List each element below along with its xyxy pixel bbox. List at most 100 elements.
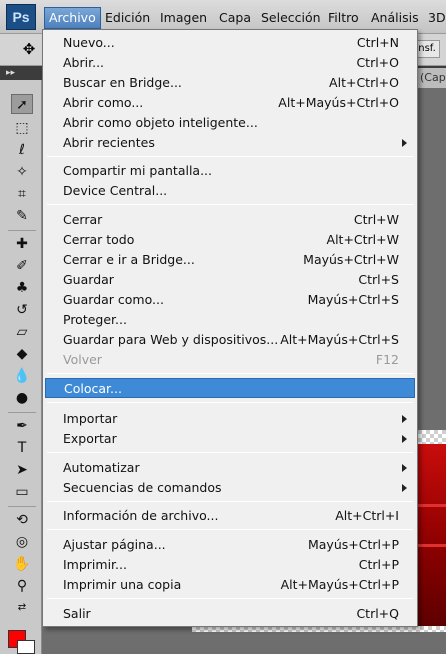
background-color-swatch[interactable] <box>17 640 35 654</box>
crop-tool-icon[interactable]: ⌗ <box>11 184 33 204</box>
menu-item-label: Abrir... <box>63 55 105 70</box>
3d-orbit-tool-icon[interactable]: ◎ <box>11 532 33 552</box>
submenu-arrow-icon <box>402 139 407 147</box>
menu-item-label: Abrir como... <box>63 95 144 110</box>
menu-3d[interactable]: 3D <box>424 7 446 29</box>
brush-tool-icon[interactable]: ✐ <box>11 256 33 276</box>
menu-item-imprimir[interactable]: Imprimir... Ctrl+P <box>45 555 415 575</box>
menu-item-label: Volver <box>63 352 102 367</box>
eraser-tool-icon[interactable]: ▱ <box>11 322 33 342</box>
photoshop-logo[interactable]: Ps <box>6 4 36 30</box>
menu-item-abrir-recientes[interactable]: Abrir recientes <box>45 133 415 153</box>
shape-tool-icon[interactable]: ▭ <box>11 482 33 502</box>
menu-item-imprimir-una-copia[interactable]: Imprimir una copia Alt+Mayús+Ctrl+P <box>45 575 415 595</box>
menu-item-guardar-para-web[interactable]: Guardar para Web y dispositivos... Alt+M… <box>45 330 415 350</box>
menu-item-label: Secuencias de comandos <box>63 480 222 495</box>
eyedropper-tool-icon[interactable]: ✎ <box>11 206 33 226</box>
menu-item-secuencias-de-comandos[interactable]: Secuencias de comandos <box>45 478 415 498</box>
menu-separator <box>47 501 413 502</box>
menu-seleccion[interactable]: Selección <box>257 7 325 29</box>
document-tab[interactable]: (Cap <box>418 68 446 88</box>
clone-stamp-tool-icon[interactable]: ♣ <box>11 278 33 298</box>
submenu-arrow-icon <box>402 484 407 492</box>
menu-item-cerrar-e-ir-a-bridge[interactable]: Cerrar e ir a Bridge... Mayús+Ctrl+W <box>45 250 415 270</box>
menu-item-label: Abrir como objeto inteligente... <box>63 115 258 130</box>
pen-tool-icon[interactable]: ✒ <box>11 416 33 436</box>
swap-colors-icon[interactable]: ⇄ <box>11 598 33 618</box>
menu-item-shortcut: Alt+Ctrl+I <box>335 508 399 523</box>
magic-wand-tool-icon[interactable]: ✧ <box>11 162 33 182</box>
menu-item-shortcut: F12 <box>375 352 399 367</box>
zoom-tool-icon[interactable]: ⚲ <box>11 576 33 596</box>
menu-item-device-central[interactable]: Device Central... <box>45 181 415 201</box>
menu-item-label: Guardar como... <box>63 292 164 307</box>
menu-item-label: Exportar <box>63 431 117 446</box>
menu-item-label: Importar <box>63 411 118 426</box>
menu-item-cerrar-todo[interactable]: Cerrar todo Alt+Ctrl+W <box>45 230 415 250</box>
menu-item-abrir-como-objeto-inteligente[interactable]: Abrir como objeto inteligente... <box>45 113 415 133</box>
menu-separator <box>47 204 413 205</box>
healing-brush-tool-icon[interactable]: ✚ <box>11 234 33 254</box>
hand-tool-icon[interactable]: ✋ <box>11 554 33 574</box>
menu-item-abrir-como[interactable]: Abrir como... Alt+Mayús+Ctrl+O <box>45 93 415 113</box>
lasso-tool-icon[interactable]: ℓ <box>11 140 33 160</box>
paint-bucket-tool-icon[interactable]: ◆ <box>11 344 33 364</box>
menu-item-proteger[interactable]: Proteger... <box>45 310 415 330</box>
menu-item-label: Guardar <box>63 272 114 287</box>
dodge-tool-icon[interactable]: ● <box>11 388 33 408</box>
file-menu-dropdown: Nuevo... Ctrl+N Abrir... Ctrl+O Buscar e… <box>42 29 418 627</box>
blur-tool-icon[interactable]: 💧 <box>11 366 33 386</box>
menu-item-volver: Volver F12 <box>45 350 415 370</box>
type-tool-icon[interactable]: T <box>11 438 33 458</box>
image-band <box>418 504 446 507</box>
menu-separator <box>47 156 413 157</box>
menu-filtro[interactable]: Filtro <box>324 7 363 29</box>
menu-item-label: Buscar en Bridge... <box>63 75 182 90</box>
menu-item-automatizar[interactable]: Automatizar <box>45 458 415 478</box>
menu-item-importar[interactable]: Importar <box>45 409 415 429</box>
menu-item-shortcut: Ctrl+O <box>356 55 399 70</box>
menu-item-shortcut: Mayús+Ctrl+S <box>307 292 399 307</box>
menu-item-shortcut: Alt+Mayús+Ctrl+S <box>280 332 399 347</box>
menu-item-label: Información de archivo... <box>63 508 219 523</box>
menu-item-abrir[interactable]: Abrir... Ctrl+O <box>45 53 415 73</box>
marquee-tool-icon[interactable]: ⬚ <box>11 118 33 138</box>
menu-item-guardar-como[interactable]: Guardar como... Mayús+Ctrl+S <box>45 290 415 310</box>
menu-item-shortcut: Ctrl+P <box>358 557 399 572</box>
collapse-panel-icon[interactable]: ▸▸ <box>6 66 15 80</box>
menu-item-label: Guardar para Web y dispositivos... <box>63 332 279 347</box>
menu-item-label: Cerrar <box>63 212 103 227</box>
menu-item-label: Ajustar página... <box>63 537 166 552</box>
history-brush-tool-icon[interactable]: ↺ <box>11 300 33 320</box>
submenu-arrow-icon <box>402 464 407 472</box>
menu-item-informacion-de-archivo[interactable]: Información de archivo... Alt+Ctrl+I <box>45 506 415 526</box>
menu-item-label: Nuevo... <box>63 35 115 50</box>
menu-item-label: Colocar... <box>64 381 122 396</box>
menu-edicion[interactable]: Edición <box>101 7 154 29</box>
menu-item-salir[interactable]: Salir Ctrl+Q <box>45 604 415 624</box>
menu-archivo[interactable]: Archivo <box>44 7 101 29</box>
menu-analisis[interactable]: Análisis <box>367 7 423 29</box>
menu-item-nuevo[interactable]: Nuevo... Ctrl+N <box>45 33 415 53</box>
menu-item-label: Proteger... <box>63 312 127 327</box>
menu-item-shortcut: Ctrl+N <box>356 35 399 50</box>
menu-item-compartir-mi-pantalla[interactable]: Compartir mi pantalla... <box>45 161 415 181</box>
menu-item-buscar-en-bridge[interactable]: Buscar en Bridge... Alt+Ctrl+O <box>45 73 415 93</box>
move-tool-icon[interactable]: ➚ <box>11 94 33 114</box>
tools-divider <box>8 506 36 507</box>
path-selection-tool-icon[interactable]: ➤ <box>11 460 33 480</box>
move-tool-options-icon[interactable]: ✥ <box>18 40 40 60</box>
menu-item-label: Cerrar e ir a Bridge... <box>63 252 195 267</box>
image-band <box>418 544 446 547</box>
menu-separator <box>47 452 413 453</box>
menu-item-exportar[interactable]: Exportar <box>45 429 415 449</box>
menu-imagen[interactable]: Imagen <box>156 7 211 29</box>
menu-capa[interactable]: Capa <box>215 7 255 29</box>
menu-item-shortcut: Alt+Mayús+Ctrl+P <box>280 577 399 592</box>
menu-item-guardar[interactable]: Guardar Ctrl+S <box>45 270 415 290</box>
menu-item-ajustar-pagina[interactable]: Ajustar página... Mayús+Ctrl+P <box>45 535 415 555</box>
3d-rotate-tool-icon[interactable]: ⟲ <box>11 510 33 530</box>
menu-item-cerrar[interactable]: Cerrar Ctrl+W <box>45 210 415 230</box>
menu-item-colocar[interactable]: Colocar... <box>45 378 415 398</box>
menu-item-shortcut: Ctrl+W <box>353 212 399 227</box>
